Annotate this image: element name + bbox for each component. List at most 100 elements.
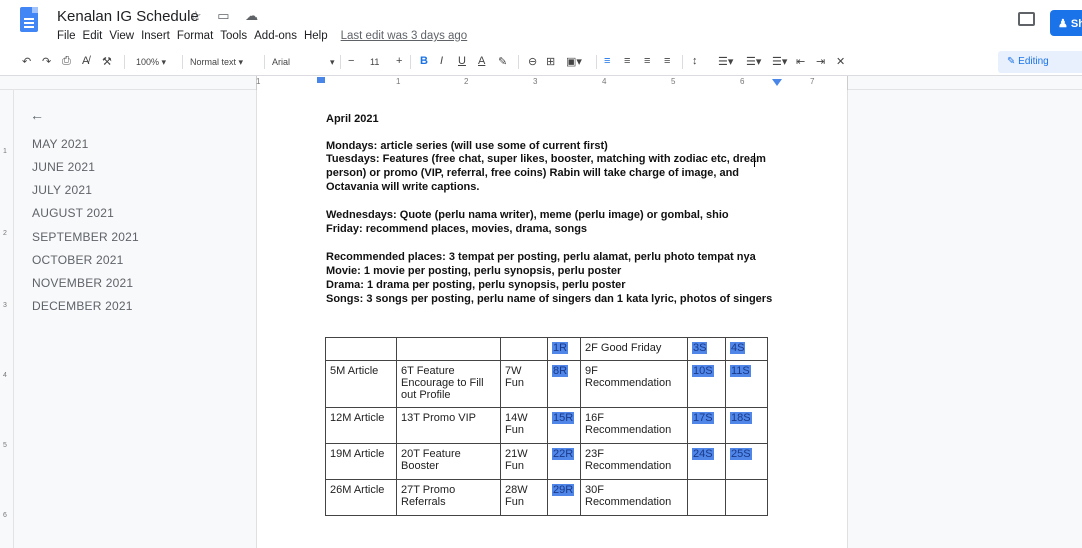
- text-line[interactable]: Movie: 1 movie per posting, perlu synops…: [326, 265, 621, 277]
- undo-icon[interactable]: ↶: [22, 55, 31, 68]
- numbered-list-icon[interactable]: ☰▾: [772, 55, 787, 68]
- back-arrow-icon[interactable]: ←: [30, 107, 44, 123]
- paint-format-icon[interactable]: ⚒: [102, 55, 112, 68]
- docs-logo-icon[interactable]: [20, 7, 38, 32]
- table-cell[interactable]: 19M Article: [325, 443, 397, 480]
- line-spacing-icon[interactable]: ↕: [692, 55, 698, 67]
- outline-item-august[interactable]: AUGUST 2021: [32, 206, 114, 220]
- decrease-font-icon[interactable]: −: [348, 55, 354, 67]
- table-cell[interactable]: [500, 337, 548, 361]
- outline-item-june[interactable]: JUNE 2021: [32, 160, 95, 174]
- table-cell[interactable]: 2F Good Friday: [580, 337, 688, 361]
- table-cell[interactable]: 12M Article: [325, 407, 397, 444]
- table-cell[interactable]: 24S: [687, 443, 726, 480]
- spellcheck-icon[interactable]: A̸: [82, 55, 89, 67]
- increase-indent-icon[interactable]: ⇥: [816, 55, 825, 68]
- table-cell[interactable]: [725, 479, 768, 516]
- increase-font-icon[interactable]: +: [396, 55, 402, 67]
- outline-item-september[interactable]: SEPTEMBER 2021: [32, 230, 139, 244]
- table-cell[interactable]: [325, 337, 397, 361]
- table-cell[interactable]: 22R: [547, 443, 581, 480]
- table-cell[interactable]: 17S: [687, 407, 726, 444]
- redo-icon[interactable]: ↷: [42, 55, 51, 68]
- menu-addons[interactable]: Add-ons: [254, 30, 297, 42]
- text-line[interactable]: Songs: 3 songs per posting, perlu name o…: [326, 293, 772, 305]
- checklist-icon[interactable]: ☰▾: [718, 55, 733, 68]
- table-cell[interactable]: 25S: [725, 443, 768, 480]
- decrease-indent-icon[interactable]: ⇤: [796, 55, 805, 68]
- table-cell[interactable]: 20T Feature Booster: [396, 443, 501, 480]
- font-select[interactable]: Arial: [272, 57, 290, 67]
- style-select[interactable]: Normal text ▾: [190, 57, 243, 68]
- menu-help[interactable]: Help: [304, 30, 328, 42]
- outline-item-october[interactable]: OCTOBER 2021: [32, 253, 124, 267]
- table-cell[interactable]: 10S: [687, 360, 726, 408]
- outline-item-july[interactable]: JULY 2021: [32, 183, 92, 197]
- menu-file[interactable]: File: [57, 30, 76, 42]
- text-line[interactable]: Mondays: article series (will use some o…: [326, 140, 608, 152]
- highlight-icon[interactable]: ✎: [498, 55, 507, 68]
- text-line[interactable]: Recommended places: 3 tempat per posting…: [326, 251, 756, 263]
- right-indent-marker[interactable]: [772, 79, 782, 86]
- table-cell[interactable]: 18S: [725, 407, 768, 444]
- menu-format[interactable]: Format: [177, 30, 213, 42]
- heading-april[interactable]: April 2021: [326, 113, 379, 125]
- table-cell[interactable]: 15R: [547, 407, 581, 444]
- table-cell[interactable]: 21W Fun: [500, 443, 548, 480]
- align-left-icon[interactable]: ≡: [604, 55, 610, 67]
- text-line[interactable]: Wednesdays: Quote (perlu nama writer), m…: [326, 209, 729, 221]
- print-icon[interactable]: ⎙: [62, 55, 71, 68]
- table-cell[interactable]: 14W Fun: [500, 407, 548, 444]
- text-color-icon[interactable]: A: [478, 55, 485, 67]
- document-title[interactable]: Kenalan IG Schedule: [57, 8, 199, 25]
- text-line[interactable]: Octavania will write captions.: [326, 181, 479, 193]
- underline-icon[interactable]: U: [458, 55, 466, 67]
- align-right-icon[interactable]: ≡: [644, 55, 650, 67]
- table-cell[interactable]: 3S: [687, 337, 726, 361]
- font-size-input[interactable]: 11: [370, 57, 379, 67]
- align-center-icon[interactable]: ≡: [624, 55, 630, 67]
- table-cell[interactable]: 11S: [725, 360, 768, 408]
- table-cell[interactable]: 9F Recommendation: [580, 360, 688, 408]
- menu-edit[interactable]: Edit: [83, 30, 103, 42]
- table-cell[interactable]: 29R: [547, 479, 581, 516]
- table-cell[interactable]: 8R: [547, 360, 581, 408]
- bold-icon[interactable]: B: [420, 55, 428, 67]
- table-cell[interactable]: 26M Article: [325, 479, 397, 516]
- table-cell[interactable]: [687, 479, 726, 516]
- table-cell[interactable]: 6T Feature Encourage to Fill out Profile: [396, 360, 501, 408]
- outline-item-november[interactable]: NOVEMBER 2021: [32, 276, 133, 290]
- outline-item-december[interactable]: DECEMBER 2021: [32, 299, 133, 313]
- bullet-list-icon[interactable]: ☰▾: [746, 55, 761, 68]
- table-cell[interactable]: 4S: [725, 337, 768, 361]
- outline-item-may[interactable]: MAY 2021: [32, 137, 89, 151]
- table-cell[interactable]: 27T Promo Referrals: [396, 479, 501, 516]
- text-line[interactable]: person) or promo (VIP, referral, free co…: [326, 167, 739, 179]
- text-line[interactable]: Friday: recommend places, movies, drama,…: [326, 223, 587, 235]
- star-move-cloud-icons[interactable]: ☆ ▭ ☁: [190, 8, 264, 24]
- table-cell[interactable]: 16F Recommendation: [580, 407, 688, 444]
- table-cell[interactable]: 1R: [547, 337, 581, 361]
- menu-tools[interactable]: Tools: [220, 30, 247, 42]
- image-icon[interactable]: ▣▾: [566, 55, 582, 68]
- comments-icon[interactable]: [1018, 12, 1035, 26]
- calendar-table[interactable]: 1R 2F Good Friday 3S 4S 5M Article 6T Fe…: [325, 337, 768, 516]
- editing-mode-button[interactable]: ✎ Editing: [998, 51, 1082, 73]
- last-edit-link[interactable]: Last edit was 3 days ago: [341, 30, 468, 42]
- italic-icon[interactable]: I: [440, 55, 443, 67]
- text-line[interactable]: Tuesdays: Features (free chat, super lik…: [326, 153, 766, 165]
- comment-add-icon[interactable]: ⊞: [546, 55, 555, 68]
- share-button[interactable]: ♟ Sh: [1050, 10, 1082, 36]
- table-cell[interactable]: 28W Fun: [500, 479, 548, 516]
- justify-icon[interactable]: ≡: [664, 55, 670, 67]
- left-indent-marker[interactable]: [317, 77, 325, 83]
- link-icon[interactable]: ⊖: [528, 55, 537, 68]
- zoom-select[interactable]: 100% ▾: [136, 57, 166, 68]
- menu-insert[interactable]: Insert: [141, 30, 170, 42]
- text-line[interactable]: Drama: 1 drama per posting, perlu synops…: [326, 279, 626, 291]
- table-cell[interactable]: 23F Recommendation: [580, 443, 688, 480]
- font-select-chevron-icon[interactable]: ▾: [330, 57, 335, 68]
- table-cell[interactable]: 13T Promo VIP: [396, 407, 501, 444]
- table-cell[interactable]: 7W Fun: [500, 360, 548, 408]
- clear-formatting-icon[interactable]: ✕: [836, 55, 845, 68]
